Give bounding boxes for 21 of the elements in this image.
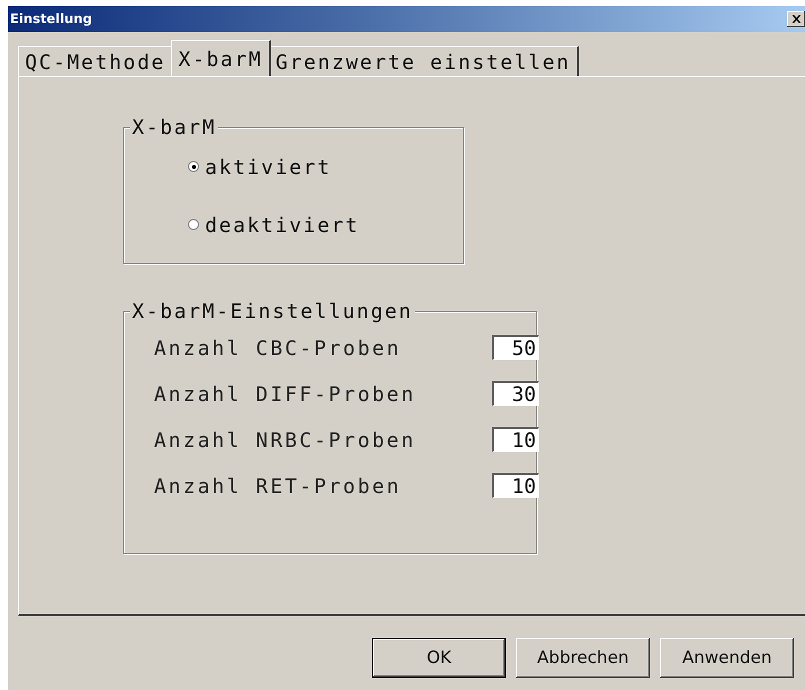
close-button[interactable]	[787, 11, 805, 27]
number-field[interactable]: 10	[492, 473, 539, 498]
radio-button[interactable]	[188, 161, 199, 172]
close-icon	[792, 15, 800, 23]
dialog-button[interactable]: OK	[372, 638, 506, 678]
number-field[interactable]: 50	[492, 335, 539, 360]
tab[interactable]: QC-Methode	[18, 46, 174, 76]
tab[interactable]: X-barM	[171, 40, 271, 76]
window-title: Einstellung	[10, 12, 92, 26]
radio-button[interactable]	[188, 219, 199, 230]
field-label: Anzahl CBC-Proben	[154, 336, 402, 360]
number-field[interactable]: 10	[492, 427, 539, 452]
dialog-button[interactable]: Anwenden	[660, 638, 794, 678]
field-label: Anzahl DIFF-Proben	[154, 382, 416, 406]
radio-label: deaktiviert	[205, 212, 360, 236]
tab[interactable]: Grenzwerte einstellen	[268, 46, 579, 76]
field-label: Anzahl NRBC-Proben	[154, 428, 416, 452]
radio-label: aktiviert	[205, 154, 332, 178]
field-label: Anzahl RET-Proben	[154, 474, 402, 498]
number-field[interactable]: 30	[492, 381, 539, 406]
dialog-button[interactable]: Abbrechen	[516, 638, 650, 678]
